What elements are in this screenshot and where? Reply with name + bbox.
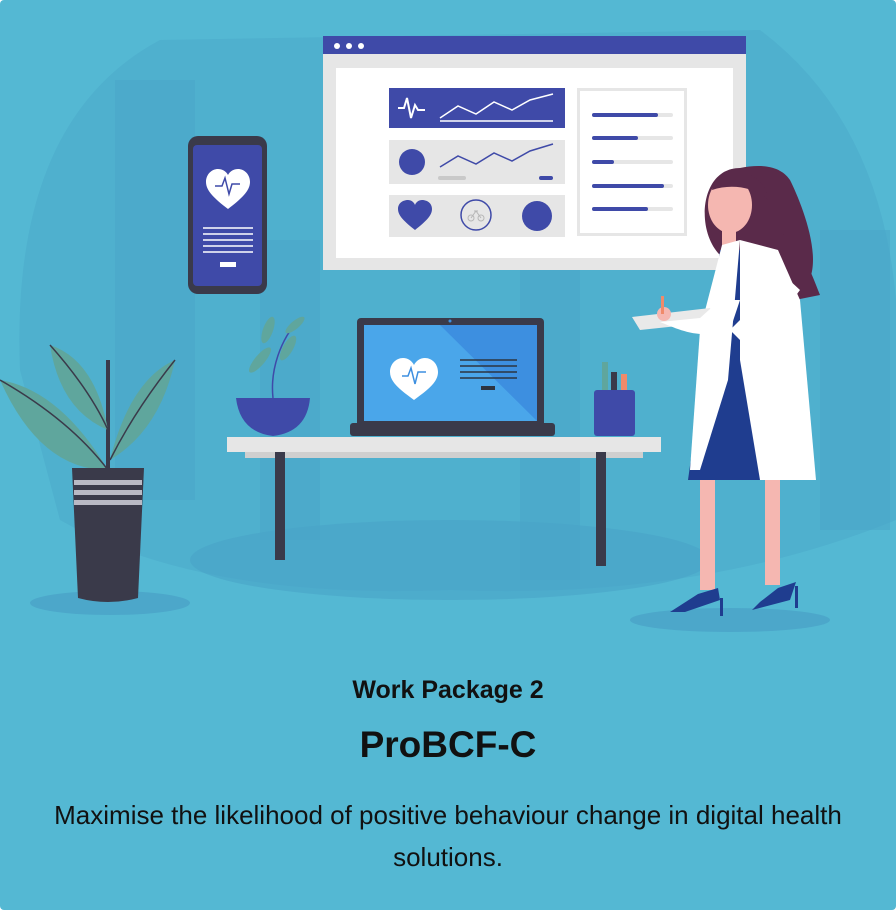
work-package-card[interactable]: Work Package 2 ProBCF-C Maximise the lik… [0, 0, 896, 910]
card-description: Maximise the likelihood of positive beha… [54, 800, 842, 872]
phone [188, 136, 267, 294]
card-text: Work Package 2 ProBCF-C Maximise the lik… [0, 664, 896, 878]
doctor-dashboard-illustration [0, 30, 896, 632]
work-package-label: Work Package 2 [352, 676, 544, 704]
laptop [350, 318, 555, 436]
card-title: ProBCF-C [359, 724, 537, 765]
dashboard-screen [323, 36, 746, 270]
